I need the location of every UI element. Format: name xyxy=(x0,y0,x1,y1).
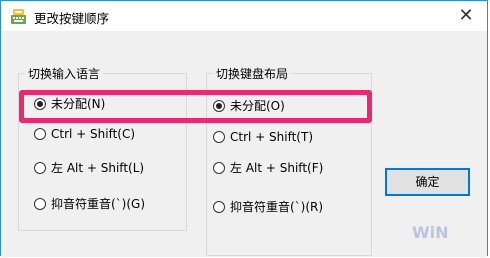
radio-label: 抑音符重音(`)(G) xyxy=(51,197,146,211)
radio-button[interactable] xyxy=(34,128,46,140)
radio-label: 抑音符重音(`)(R) xyxy=(230,200,324,214)
radio-label: Ctrl + Shift(C) xyxy=(51,127,136,141)
radio-keyboard-layout-unassigned[interactable]: 未分配(O) xyxy=(213,97,285,114)
radio-input-language-ctrl-shift[interactable]: Ctrl + Shift(C) xyxy=(34,127,135,141)
radio-button[interactable] xyxy=(213,131,225,143)
radio-button[interactable] xyxy=(213,161,225,174)
title-bar: 更改按键顺序 ✕ xyxy=(1,1,487,31)
radio-button[interactable] xyxy=(34,97,46,110)
radio-label: 左 Alt + Shift(F) xyxy=(230,161,324,175)
radio-label: 未分配(N) xyxy=(51,97,106,111)
close-icon: ✕ xyxy=(458,5,474,26)
radio-button[interactable] xyxy=(213,99,225,112)
radio-input-language-unassigned[interactable]: 未分配(N) xyxy=(34,95,105,112)
radio-label: Ctrl + Shift(T) xyxy=(230,130,314,144)
watermark-logo: WiN xyxy=(412,223,449,242)
radio-button[interactable] xyxy=(34,197,46,210)
radio-label: 左 Alt + Shift(L) xyxy=(51,161,145,175)
radio-keyboard-layout-alt-shift[interactable]: 左 Alt + Shift(F) xyxy=(213,159,323,176)
window-title: 更改按键顺序 xyxy=(34,11,110,26)
radio-keyboard-layout-grave[interactable]: 抑音符重音(`)(R) xyxy=(213,198,323,215)
radio-input-language-grave[interactable]: 抑音符重音(`)(G) xyxy=(34,195,145,212)
radio-label: 未分配(O) xyxy=(230,99,285,113)
keyboard-app-icon xyxy=(11,9,26,24)
close-button[interactable]: ✕ xyxy=(455,5,477,27)
svg-text:WiN: WiN xyxy=(412,223,449,242)
input-language-group-title: 切换输入语言 xyxy=(28,67,101,81)
radio-button[interactable] xyxy=(34,161,46,174)
keyboard-layout-group-title: 切换键盘布局 xyxy=(216,67,289,81)
radio-button[interactable] xyxy=(213,200,225,213)
radio-keyboard-layout-ctrl-shift[interactable]: Ctrl + Shift(T) xyxy=(213,130,313,144)
radio-input-language-alt-shift[interactable]: 左 Alt + Shift(L) xyxy=(34,159,144,176)
ok-button[interactable]: 确定 xyxy=(385,168,470,196)
